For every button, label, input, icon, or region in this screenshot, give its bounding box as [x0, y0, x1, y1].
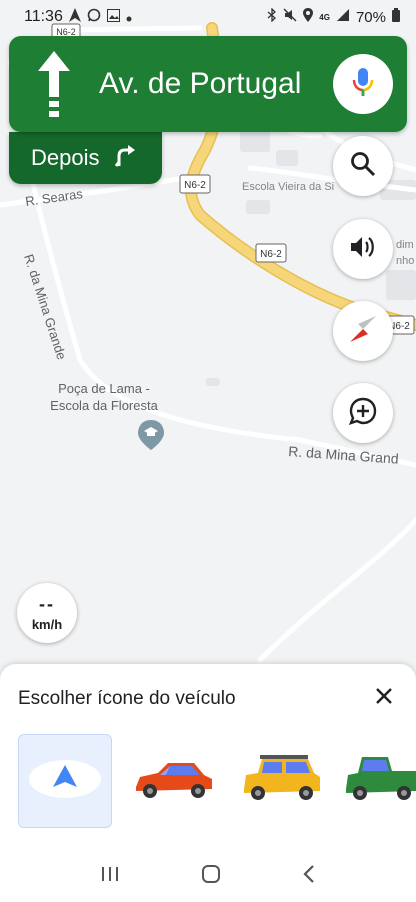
close-button[interactable] [370, 684, 398, 712]
yellow-suv-icon [238, 751, 324, 812]
bluetooth-icon [267, 7, 277, 26]
straight-arrow-icon [9, 36, 99, 132]
road-label-n62: N6-2 [184, 180, 206, 191]
status-right: 4G 70% [267, 7, 400, 26]
then-turn-card[interactable]: Depois [9, 132, 162, 184]
add-report-icon [348, 396, 378, 431]
road-label-n62: N6-2 [260, 249, 282, 260]
speedometer: -- km/h [17, 583, 77, 643]
vehicle-option-navigation-arrow[interactable] [18, 734, 112, 828]
search-button[interactable] [333, 136, 393, 196]
speed-unit: km/h [31, 616, 63, 632]
voice-search-button[interactable] [333, 54, 393, 114]
battery-icon [392, 8, 400, 26]
status-bar: 11:36 4G 70% [0, 0, 416, 34]
dot-icon [126, 9, 132, 26]
back-button[interactable] [302, 864, 316, 889]
sound-button[interactable] [333, 219, 393, 279]
green-pickup-icon [342, 751, 416, 812]
status-left: 11:36 [24, 8, 132, 26]
speaker-icon [349, 235, 377, 264]
system-nav-bar [0, 850, 416, 902]
clock: 11:36 [24, 8, 63, 25]
red-car-icon [130, 753, 216, 810]
place-label-escola-floresta: Escola da Floresta [50, 398, 158, 413]
street-name: Av. de Portugal [99, 67, 302, 100]
gallery-icon [106, 8, 120, 26]
network-icon: 4G [319, 12, 330, 22]
navigation-arrow-icon [68, 8, 81, 26]
place-label-jardim: dim [396, 239, 414, 251]
search-icon [350, 151, 376, 182]
compass-icon [346, 312, 380, 351]
navigation-arrow-icon [27, 757, 103, 806]
home-button[interactable] [201, 864, 221, 889]
road-shield: N6-2 [255, 243, 287, 263]
signal-icon [336, 8, 350, 26]
microphone-icon [352, 66, 374, 103]
speed-value: -- [39, 593, 55, 614]
place-label-escola-vieira: Escola Vieira da Si [242, 181, 334, 193]
then-label: Depois [31, 145, 100, 170]
vehicle-option-green-pickup[interactable] [342, 734, 416, 828]
turn-right-icon [113, 142, 137, 174]
place-label-jardim: nho [396, 255, 414, 267]
vehicle-option-yellow-suv[interactable] [234, 734, 328, 828]
vehicle-options [18, 734, 416, 830]
location-icon [303, 8, 314, 26]
road-shield: N6-2 [179, 174, 211, 194]
recent-apps-button[interactable] [100, 865, 120, 888]
compass-button[interactable] [333, 301, 393, 361]
mute-icon [283, 8, 297, 26]
navigation-card[interactable]: Av. de Portugal [9, 36, 407, 132]
vehicle-option-red-sedan[interactable] [126, 734, 220, 828]
close-icon [375, 687, 393, 710]
place-label-poca-de-lama: Poça de Lama - [58, 381, 150, 396]
vehicle-icon-sheet: Escolher ícone do veículo [0, 664, 416, 902]
whatsapp-icon [87, 8, 101, 26]
report-button[interactable] [333, 383, 393, 443]
sheet-title: Escolher ícone do veículo [18, 688, 236, 709]
battery-level: 70% [355, 8, 386, 26]
